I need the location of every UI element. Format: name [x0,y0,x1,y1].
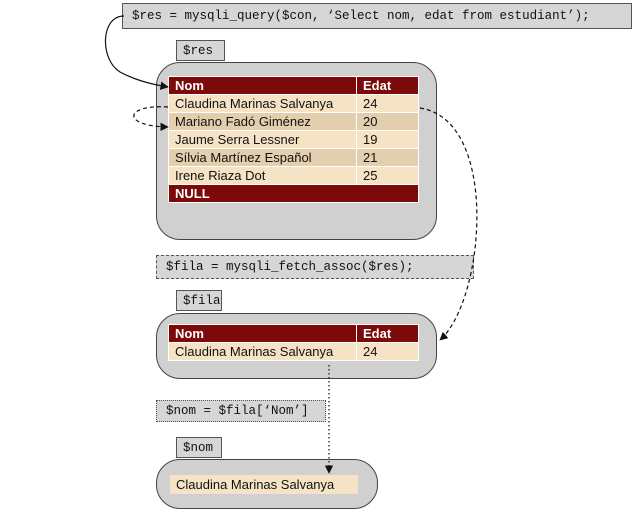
res-header-edat: Edat [356,76,419,95]
nom-var-tag: $nom [176,437,222,458]
res-cell-edat: 21 [356,148,419,167]
nom-value-text: Claudina Marinas Salvanya [176,477,335,492]
fetch-code-box: $fila = mysqli_fetch_assoc($res); [156,255,474,279]
fila-header-edat: Edat [356,324,419,343]
res-cell-nom: Mariano Fadó Giménez [168,112,357,131]
res-null-row: NULL [168,184,419,203]
fila-cell-nom: Claudina Marinas Salvanya [168,342,357,361]
res-cell-nom: Sílvia Martínez Español [168,148,357,167]
res-table: Nom Edat Claudina Marinas Salvanya 24 Ma… [168,76,419,203]
nom-value-cell: Claudina Marinas Salvanya [170,475,358,494]
fila-var-label: $fila [183,293,221,308]
fila-table-row: Claudina Marinas Salvanya 24 [168,342,419,361]
fila-var-tag: $fila [176,290,222,311]
query-code-text: $res = mysqli_query($con, ‘Select nom, e… [132,9,590,23]
access-code-box: $nom = $fila[‘Nom’] [156,400,326,422]
res-cell-nom: Claudina Marinas Salvanya [168,94,357,113]
res-cell-edat: 20 [356,112,419,131]
fila-header-nom: Nom [168,324,357,343]
res-table-row: Jaume Serra Lessner 19 [168,130,419,149]
res-cell-edat: 19 [356,130,419,149]
res-null-cell: NULL [168,184,419,203]
res-var-tag: $res [176,40,225,61]
res-table-row: Irene Riaza Dot 25 [168,166,419,185]
query-code-box: $res = mysqli_query($con, ‘Select nom, e… [122,3,632,29]
res-cell-nom: Jaume Serra Lessner [168,130,357,149]
res-var-label: $res [183,43,214,58]
res-cell-edat: 24 [356,94,419,113]
res-cell-edat: 25 [356,166,419,185]
res-header-nom: Nom [168,76,357,95]
res-table-row: Claudina Marinas Salvanya 24 [168,94,419,113]
fila-cell-edat: 24 [356,342,419,361]
fetch-code-text: $fila = mysqli_fetch_assoc($res); [166,260,414,274]
res-table-row: Sílvia Martínez Español 21 [168,148,419,167]
access-code-text: $nom = $fila[‘Nom’] [166,404,309,418]
res-cell-nom: Irene Riaza Dot [168,166,357,185]
res-table-header: Nom Edat [168,76,419,95]
res-table-row: Mariano Fadó Giménez 20 [168,112,419,131]
nom-var-label: $nom [183,440,214,455]
fila-table: Nom Edat Claudina Marinas Salvanya 24 [168,324,419,361]
fila-table-header: Nom Edat [168,324,419,343]
